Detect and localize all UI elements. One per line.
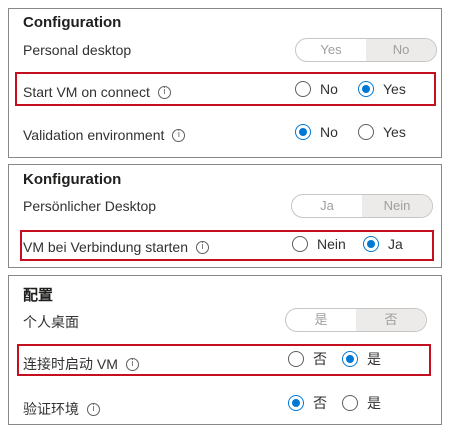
info-icon[interactable]: i bbox=[172, 128, 186, 142]
start-vm-radio-no[interactable]: No bbox=[295, 81, 338, 97]
panel-title: Configuration bbox=[23, 14, 122, 31]
start-vm-label: VM bei Verbindung starten i bbox=[23, 239, 209, 255]
panel-title: Konfiguration bbox=[23, 171, 122, 188]
configuration-panel-zh: 配置 个人桌面 是 否 连接时启动 VM i 否 是 验证环境 i 否 是 bbox=[8, 275, 442, 425]
validation-label: 验证环境 i bbox=[23, 399, 100, 419]
validation-label-text: Validation environment bbox=[23, 127, 165, 143]
start-vm-radio-yes[interactable]: Yes bbox=[358, 81, 406, 97]
radio-circle[interactable] bbox=[292, 236, 308, 252]
radio-circle[interactable] bbox=[358, 124, 374, 140]
personal-desktop-toggle[interactable]: Ja Nein bbox=[291, 194, 433, 218]
radio-circle-selected[interactable] bbox=[342, 351, 358, 367]
toggle-option-shi[interactable]: 是 bbox=[286, 309, 356, 331]
configuration-panel-de: Konfiguration Persönlicher Desktop Ja Ne… bbox=[8, 164, 442, 268]
toggle-option-fou[interactable]: 否 bbox=[356, 309, 426, 331]
info-icon[interactable]: i bbox=[87, 402, 100, 416]
radio-circle[interactable] bbox=[342, 395, 358, 411]
radio-circle[interactable] bbox=[288, 351, 304, 367]
personal-desktop-label: 个人桌面 bbox=[23, 314, 79, 330]
start-vm-radio-nein[interactable]: Nein bbox=[292, 236, 346, 252]
toggle-option-no[interactable]: No bbox=[366, 39, 436, 61]
validation-radio-yes[interactable]: Yes bbox=[358, 124, 406, 140]
panel-title: 配置 bbox=[23, 287, 54, 304]
radio-circle-selected[interactable] bbox=[358, 81, 374, 97]
toggle-option-yes[interactable]: Yes bbox=[296, 39, 366, 61]
radio-label: Ja bbox=[388, 236, 403, 252]
radio-label: 是 bbox=[367, 395, 381, 411]
radio-circle[interactable] bbox=[295, 81, 311, 97]
start-vm-label: 连接时启动 VM i bbox=[23, 354, 139, 374]
radio-label: 是 bbox=[367, 351, 381, 367]
validation-radio-no[interactable]: No bbox=[295, 124, 338, 140]
start-vm-radio-shi[interactable]: 是 bbox=[342, 349, 381, 369]
radio-label: Yes bbox=[383, 124, 406, 140]
toggle-option-ja[interactable]: Ja bbox=[292, 195, 362, 217]
configuration-panel-en: Configuration Personal desktop Yes No St… bbox=[8, 8, 442, 158]
radio-circle-selected[interactable] bbox=[295, 124, 311, 140]
radio-label: 否 bbox=[313, 395, 327, 411]
start-vm-label: Start VM on connect i bbox=[23, 84, 171, 100]
validation-label-text: 验证环境 bbox=[23, 401, 79, 417]
radio-circle-selected[interactable] bbox=[288, 395, 304, 411]
radio-label: No bbox=[320, 81, 338, 97]
start-vm-radio-fou[interactable]: 否 bbox=[288, 349, 327, 369]
start-vm-label-text: 连接时启动 VM bbox=[23, 356, 118, 372]
validation-radio-fou[interactable]: 否 bbox=[288, 393, 327, 413]
personal-desktop-label: Personal desktop bbox=[23, 42, 132, 58]
info-icon[interactable]: i bbox=[196, 240, 209, 254]
start-vm-label-text: Start VM on connect bbox=[23, 84, 150, 100]
validation-radio-shi[interactable]: 是 bbox=[342, 393, 381, 413]
info-icon[interactable]: i bbox=[125, 357, 139, 371]
personal-desktop-toggle[interactable]: Yes No bbox=[295, 38, 437, 62]
radio-label: Nein bbox=[317, 236, 346, 252]
radio-circle-selected[interactable] bbox=[363, 236, 379, 252]
start-vm-radio-ja[interactable]: Ja bbox=[363, 236, 403, 252]
personal-desktop-toggle[interactable]: 是 否 bbox=[285, 308, 427, 332]
personal-desktop-label: Persönlicher Desktop bbox=[23, 198, 157, 214]
toggle-option-nein[interactable]: Nein bbox=[362, 195, 432, 217]
validation-label: Validation environment i bbox=[23, 127, 186, 143]
info-icon[interactable]: i bbox=[157, 85, 171, 99]
radio-label: No bbox=[320, 124, 338, 140]
start-vm-label-text: VM bei Verbindung starten bbox=[23, 239, 188, 255]
radio-label: 否 bbox=[313, 351, 327, 367]
radio-label: Yes bbox=[383, 81, 406, 97]
